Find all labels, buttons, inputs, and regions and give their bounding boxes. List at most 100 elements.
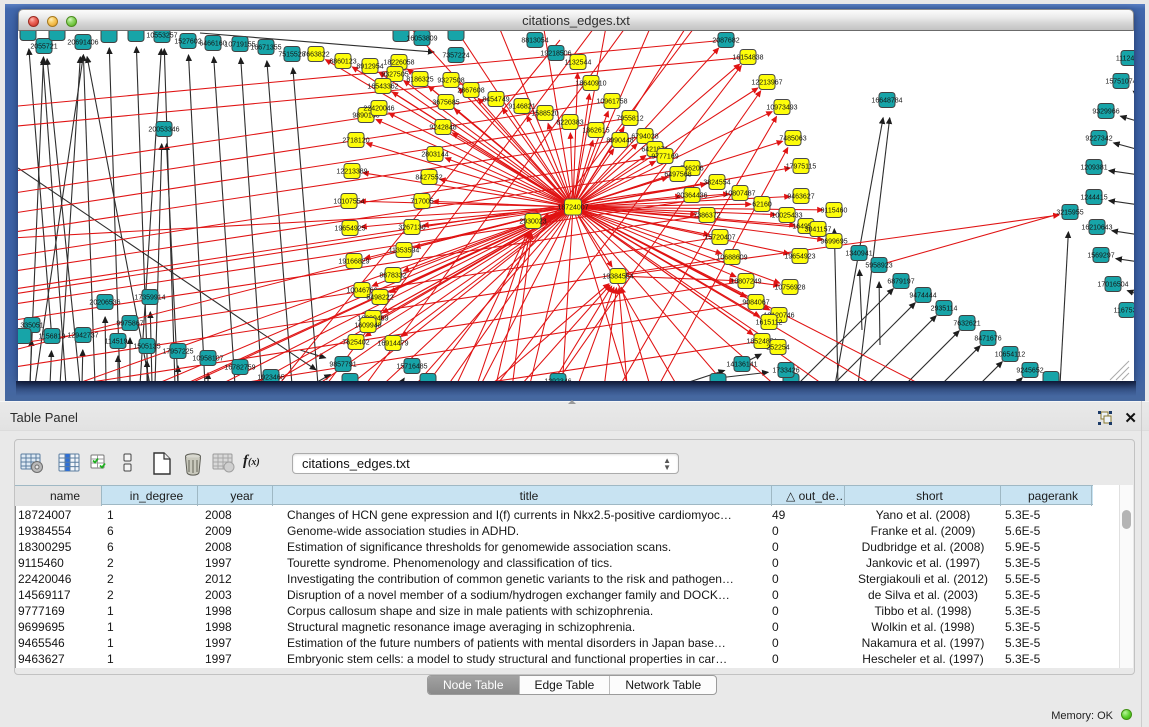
svg-text:9329966: 9329966 — [1092, 108, 1119, 115]
svg-text:20691406: 20691406 — [67, 39, 98, 46]
svg-text:1615112: 1615112 — [756, 319, 783, 326]
svg-text:8912954: 8912954 — [356, 63, 383, 70]
svg-text:1609948: 1609948 — [354, 322, 381, 329]
svg-text:7663822: 7663822 — [302, 51, 329, 58]
svg-text:16914479: 16914479 — [377, 340, 408, 347]
svg-text:10688609: 10688609 — [716, 254, 747, 261]
svg-text:17016504: 17016504 — [1097, 281, 1128, 288]
svg-text:1588520: 1588520 — [531, 110, 558, 117]
svg-text:9245652: 9245652 — [1016, 367, 1043, 374]
svg-text:6466160: 6466160 — [199, 40, 226, 47]
svg-text:12213967: 12213967 — [751, 79, 782, 86]
svg-text:252254: 252254 — [766, 344, 789, 351]
svg-text:10973493: 10973493 — [766, 104, 797, 111]
svg-text:1167534: 1167534 — [1114, 307, 1134, 314]
svg-text:20364436: 20364436 — [676, 192, 707, 199]
svg-text:16210643: 16210643 — [1081, 224, 1112, 231]
svg-text:16154838: 16154838 — [732, 54, 763, 61]
svg-text:10025433: 10025433 — [771, 212, 802, 219]
svg-text:1292346: 1292346 — [544, 378, 571, 381]
svg-text:8878332: 8878332 — [379, 272, 406, 279]
svg-text:3267130: 3267130 — [398, 224, 425, 231]
svg-text:3215955: 3215955 — [1056, 209, 1083, 216]
svg-text:1209381: 1209381 — [1080, 164, 1107, 171]
svg-text:2718120: 2718120 — [342, 137, 369, 144]
svg-text:1733426: 1733426 — [772, 367, 799, 374]
svg-text:19384554: 19384554 — [602, 273, 633, 280]
svg-text:10654112: 10654112 — [995, 351, 1026, 358]
svg-text:18640910: 18640910 — [575, 80, 606, 87]
svg-text:5498222: 5498222 — [366, 294, 393, 301]
svg-text:1505135: 1505135 — [133, 343, 160, 350]
svg-text:9777169: 9777169 — [651, 153, 678, 160]
svg-text:9327508: 9327508 — [437, 77, 464, 84]
svg-text:3824554: 3824554 — [703, 179, 730, 186]
svg-text:9327505: 9327505 — [381, 71, 408, 78]
svg-text:17975115: 17975115 — [786, 163, 817, 170]
svg-text:7386372: 7386372 — [693, 212, 720, 219]
svg-text:17359914: 17359914 — [134, 294, 165, 301]
svg-text:16648784: 16648784 — [871, 97, 902, 104]
svg-text:10756928: 10756928 — [774, 284, 805, 291]
svg-text:7485063: 7485063 — [779, 135, 806, 142]
svg-text:16671355: 16671355 — [250, 44, 281, 51]
svg-text:22420046: 22420046 — [363, 105, 394, 112]
svg-text:14136141: 14136141 — [726, 361, 757, 368]
svg-text:16782759: 16782759 — [224, 364, 255, 371]
svg-text:8860123: 8860123 — [329, 58, 356, 65]
svg-text:9146821: 9146821 — [508, 103, 535, 110]
svg-text:1527602: 1527602 — [174, 38, 201, 45]
svg-text:15751074: 15751074 — [1105, 78, 1134, 85]
svg-text:18807249: 18807249 — [730, 278, 761, 285]
svg-text:16053809: 16053809 — [406, 35, 437, 42]
svg-text:1156819: 1156819 — [39, 333, 66, 340]
svg-text:9699695: 9699695 — [820, 238, 847, 245]
svg-text:6794028: 6794028 — [631, 133, 658, 140]
svg-text:9474444: 9474444 — [909, 292, 936, 299]
svg-text:18724007: 18724007 — [557, 205, 588, 212]
svg-text:5958923: 5958923 — [865, 262, 892, 269]
svg-text:10807487: 10807487 — [724, 190, 755, 197]
svg-text:20053346: 20053346 — [148, 126, 179, 133]
svg-text:3675685: 3675685 — [432, 99, 459, 106]
svg-text:2935114: 2935114 — [931, 305, 958, 312]
svg-text:18226058: 18226058 — [383, 59, 414, 66]
svg-text:2055721: 2055721 — [30, 43, 57, 50]
svg-text:9084067: 9084067 — [742, 299, 769, 306]
svg-text:7625402: 7625402 — [342, 339, 369, 346]
svg-text:9463627: 9463627 — [787, 193, 814, 200]
svg-text:1340941: 1340941 — [845, 250, 872, 257]
svg-text:1569297: 1569297 — [1087, 252, 1114, 259]
svg-text:12213389: 12213389 — [336, 168, 367, 175]
svg-text:7632621: 7632621 — [953, 320, 980, 327]
svg-text:19654925: 19654925 — [334, 225, 365, 232]
svg-text:2867608: 2867608 — [457, 87, 484, 94]
svg-text:8454749: 8454749 — [482, 96, 509, 103]
svg-text:8427552: 8427552 — [415, 174, 442, 181]
svg-text:20206536: 20206536 — [89, 299, 120, 306]
svg-text:19218506: 19218506 — [540, 50, 571, 57]
svg-text:8813054: 8813054 — [521, 37, 548, 44]
svg-text:9975867: 9975867 — [116, 320, 143, 327]
svg-text:19166829: 19166829 — [338, 258, 369, 265]
svg-text:1244415: 1244415 — [1080, 194, 1107, 201]
svg-text:1923465: 1923465 — [257, 374, 284, 381]
svg-text:6879197: 6879197 — [887, 278, 914, 285]
svg-text:15716485: 15716485 — [396, 363, 427, 370]
svg-text:17957225: 17957225 — [162, 348, 193, 355]
svg-text:8186325: 8186325 — [406, 76, 433, 83]
svg-text:19654923: 19654923 — [784, 253, 815, 260]
svg-text:8990448: 8990448 — [606, 137, 633, 144]
svg-text:2087682: 2087682 — [712, 37, 739, 44]
svg-text:62160: 62160 — [752, 201, 772, 208]
svg-text:16543362: 16543362 — [367, 83, 398, 90]
svg-text:7357224: 7357224 — [442, 52, 469, 59]
svg-text:15720407: 15720407 — [704, 234, 735, 241]
svg-text:11353594: 11353594 — [389, 247, 420, 254]
svg-text:717005: 717005 — [410, 198, 433, 205]
svg-text:2930023: 2930023 — [519, 218, 546, 225]
svg-text:9242848: 9242848 — [429, 124, 456, 131]
svg-text:1112473: 1112473 — [1116, 55, 1134, 62]
svg-text:8220383: 8220383 — [556, 119, 583, 126]
svg-text:1362615: 1362615 — [582, 127, 609, 134]
